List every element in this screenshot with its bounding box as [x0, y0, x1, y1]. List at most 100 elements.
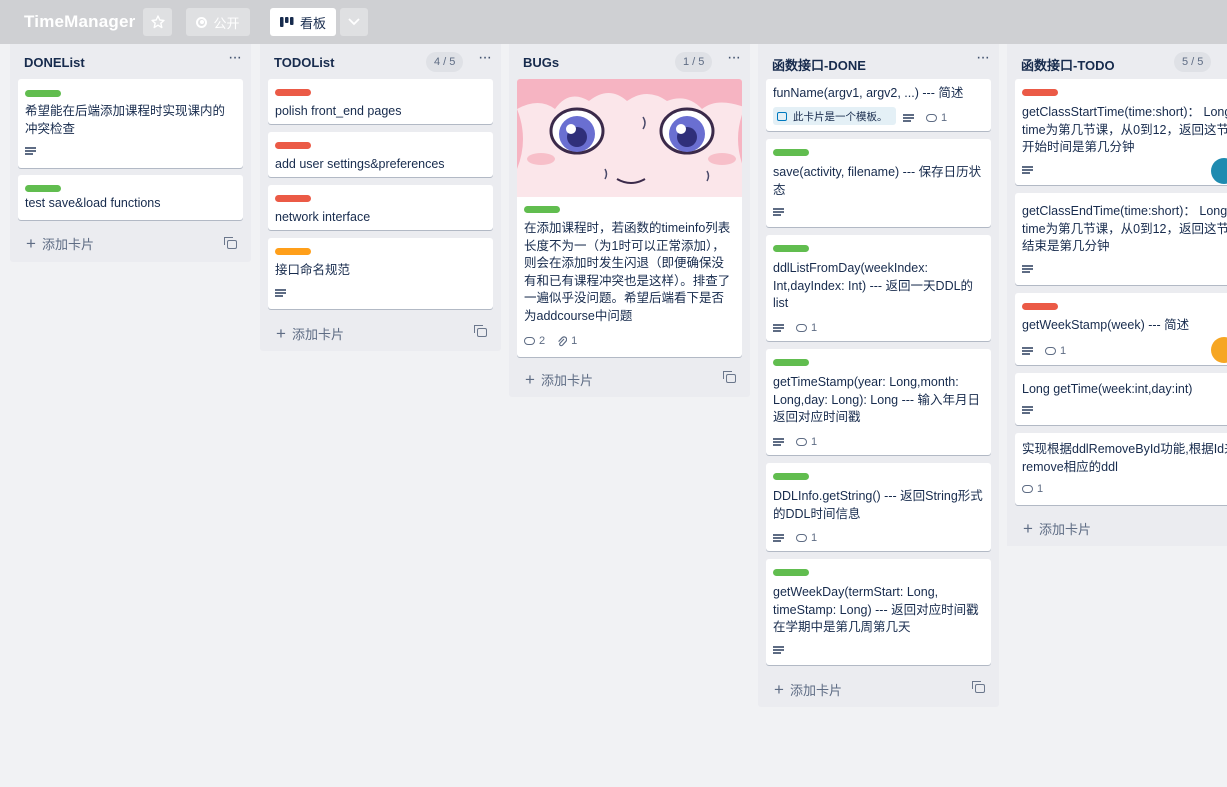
card-label-red: [1022, 303, 1058, 310]
card[interactable]: getClassEndTime(time:short)： Long--- tim…: [1015, 193, 1227, 285]
template-icon: [777, 111, 787, 121]
comments-count: 2: [539, 335, 546, 347]
list-menu-button[interactable]: ···: [478, 50, 492, 66]
add-card-label: 添加卡片: [291, 327, 344, 342]
card-badges: [1022, 265, 1033, 273]
comment-icon: [524, 337, 535, 345]
card[interactable]: add user settings&preferences: [268, 132, 493, 177]
card-title: funName(argv1, argv2, ...) --- 简述: [773, 86, 964, 100]
list-title[interactable]: TODOList: [274, 55, 334, 70]
list-menu-button[interactable]: ···: [976, 50, 990, 66]
view-switcher-button[interactable]: [340, 8, 368, 36]
add-card-button[interactable]: + 添加卡片: [1023, 519, 1091, 538]
card[interactable]: DDLInfo.getString() --- 返回String形式的DDL时间…: [766, 463, 991, 551]
card-label-green: [25, 90, 61, 97]
card-badges: [1022, 166, 1033, 174]
add-card-button[interactable]: + 添加卡片: [525, 370, 593, 389]
card-title: polish front_end pages: [275, 104, 402, 118]
list-title[interactable]: BUGs: [523, 55, 559, 70]
board-view-label: 看板: [299, 15, 326, 31]
card-badges: [25, 147, 36, 155]
card-badges: 1: [1022, 483, 1043, 495]
card[interactable]: polish front_end pages: [268, 79, 493, 124]
card[interactable]: network interface: [268, 185, 493, 230]
description-icon: [903, 114, 914, 122]
card-title: getClassEndTime(time:short)： Long--- tim…: [1022, 204, 1227, 253]
add-card-button[interactable]: + 添加卡片: [26, 234, 94, 253]
list-title[interactable]: 函数接口-DONE: [772, 55, 866, 74]
card[interactable]: 在添加课程时，若函数的timeinfo列表长度不为一（为1时可以正常添加），则会…: [517, 79, 742, 357]
create-from-template-icon[interactable]: [224, 237, 237, 249]
card-label-orange: [275, 248, 311, 255]
description-icon: [773, 208, 784, 216]
template-badge: 此卡片是一个模板。: [773, 107, 896, 125]
avatar[interactable]: [1211, 158, 1227, 184]
list-todolist: TODOList 4 / 5 ··· polish front_end page…: [260, 44, 501, 351]
description-icon: [773, 646, 784, 654]
board-view-button[interactable]: 看板: [270, 8, 336, 36]
add-card-label: 添加卡片: [1038, 522, 1091, 537]
card-label-red: [275, 89, 311, 96]
comments-badge: 1: [796, 532, 817, 544]
plus-icon: +: [525, 369, 535, 389]
comments-count: 1: [1037, 483, 1044, 495]
card[interactable]: Long getTime(week:int,day:int): [1015, 373, 1227, 425]
star-button[interactable]: [143, 8, 172, 36]
description-icon: [773, 438, 784, 446]
board-title[interactable]: TimeManager: [24, 12, 135, 32]
board-view-icon: [279, 17, 294, 27]
plus-icon: +: [774, 679, 784, 699]
plus-icon: +: [276, 323, 286, 343]
card[interactable]: test save&load functions: [18, 175, 243, 220]
comment-icon: [796, 438, 807, 446]
list-api-todo: 函数接口-TODO 5 / 5 getClassStartTime(time:s…: [1007, 44, 1227, 546]
list-menu-button[interactable]: ···: [228, 50, 242, 66]
plus-icon: +: [1023, 518, 1033, 538]
card[interactable]: 希望能在后端添加课程时实现课内的冲突检查: [18, 79, 243, 168]
list-title[interactable]: 函数接口-TODO: [1021, 55, 1115, 74]
create-from-template-icon[interactable]: [723, 371, 736, 383]
visibility-button[interactable]: 公开: [186, 8, 250, 36]
board-header: TimeManager 公开 看板: [0, 0, 1227, 44]
add-card-button[interactable]: + 添加卡片: [276, 324, 344, 343]
card-badges: [1022, 406, 1033, 414]
list-title[interactable]: DONEList: [24, 55, 85, 70]
list-header: DONEList ···: [10, 44, 251, 78]
attachments-count: 1: [571, 335, 578, 347]
card-label-green: [25, 185, 61, 192]
create-from-template-icon[interactable]: [972, 681, 985, 693]
comments-badge: 1: [1022, 483, 1043, 495]
card[interactable]: getWeekStamp(week) --- 简述 1: [1015, 293, 1227, 365]
list-menu-button[interactable]: ···: [727, 50, 741, 66]
card-title: 在添加课程时，若函数的timeinfo列表长度不为一（为1时可以正常添加），则会…: [524, 221, 731, 323]
card[interactable]: save(activity, filename) --- 保存日历状态: [766, 139, 991, 227]
card[interactable]: getClassStartTime(time:short)： Long--- t…: [1015, 79, 1227, 185]
description-icon: [773, 324, 784, 332]
card-badges: 1: [773, 532, 817, 544]
card-title: add user settings&preferences: [275, 157, 445, 171]
list-api-done: 函数接口-DONE ··· funName(argv1, argv2, ...)…: [758, 44, 999, 707]
card[interactable]: funName(argv1, argv2, ...) --- 简述 此卡片是一个…: [766, 79, 991, 131]
card[interactable]: 接口命名规范: [268, 238, 493, 309]
card-title: Long getTime(week:int,day:int): [1022, 382, 1193, 396]
card-badges: [773, 208, 784, 216]
card-badges: 1: [773, 436, 817, 448]
card[interactable]: getWeekDay(termStart: Long, timeStamp: L…: [766, 559, 991, 665]
description-icon: [1022, 347, 1033, 355]
card-title: 接口命名规范: [275, 263, 351, 277]
card[interactable]: 实现根据ddlRemoveById功能,根据Id来remove相应的ddl 1: [1015, 433, 1227, 505]
add-card-button[interactable]: + 添加卡片: [774, 680, 842, 699]
create-from-template-icon[interactable]: [474, 325, 487, 337]
avatar[interactable]: [1211, 337, 1227, 363]
card[interactable]: ddlListFromDay(weekIndex: Int,dayIndex: …: [766, 235, 991, 341]
card-cover-image: [517, 79, 742, 197]
comments-count: 1: [941, 112, 948, 124]
card-title: 希望能在后端添加课程时实现课内的冲突检查: [25, 104, 226, 136]
card[interactable]: getTimeStamp(year: Long,month: Long,day:…: [766, 349, 991, 455]
card-badges: 1: [773, 322, 817, 334]
description-icon: [1022, 166, 1033, 174]
card-title: getWeekStamp(week) --- 简述: [1022, 318, 1190, 332]
comments-count: 1: [811, 322, 818, 334]
list-card-limit-badge: 5 / 5: [1174, 52, 1212, 72]
card-title: DDLInfo.getString() --- 返回String形式的DDL时间…: [773, 489, 983, 521]
